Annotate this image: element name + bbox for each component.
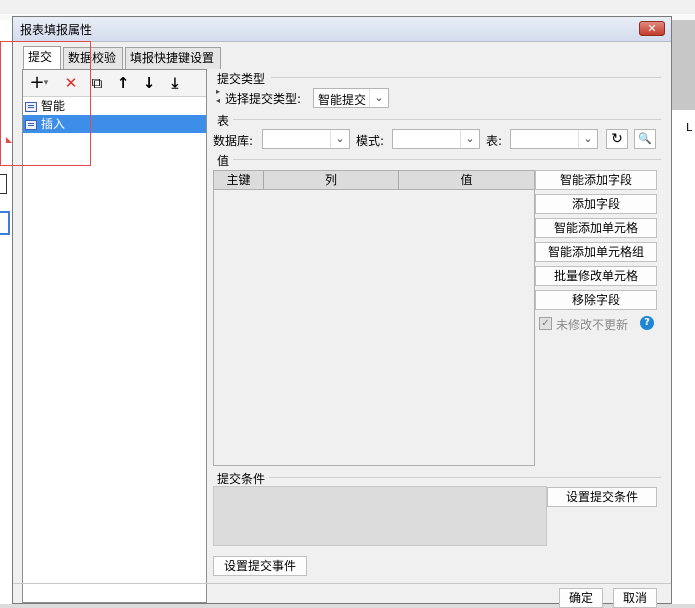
dialog-title: 报表填报属性 [20, 23, 93, 37]
background-cell [0, 174, 7, 194]
database-select[interactable]: ⌄ [262, 129, 350, 149]
field-grid[interactable]: 主键 列 值 [213, 170, 535, 466]
footer-divider [13, 583, 671, 584]
smart-add-cell-group-button[interactable]: 智能添加单元格组 [535, 242, 657, 262]
table-group-label: 表 [217, 114, 230, 128]
move-up-icon[interactable]: ↑ [113, 73, 133, 93]
report-fill-properties-dialog: 报表填报属性 ✕ 提交 数据校验 填报快捷键设置 + ▾ ✕ ⧉ ↑ ↓ ⤓ 智… [12, 16, 672, 608]
no-update-unmodified-checkbox[interactable]: ✓ [539, 317, 552, 330]
no-update-unmodified-label: 未修改不更新 [556, 318, 629, 332]
background-column-label: L [686, 121, 693, 134]
database-label: 数据库: [213, 134, 254, 148]
background-sheet-right [670, 110, 695, 604]
conditions-group-label: 提交条件 [217, 472, 266, 486]
group-divider [233, 159, 661, 160]
move-down-icon[interactable]: ↓ [139, 73, 159, 93]
table-label: 表: [486, 134, 503, 148]
column-header-column[interactable]: 列 [264, 171, 399, 189]
tab-shortcut-settings[interactable]: 填报快捷键设置 [125, 47, 221, 69]
set-submit-conditions-button[interactable]: 设置提交条件 [547, 487, 657, 507]
schema-label: 模式: [356, 134, 385, 148]
group-divider [269, 477, 661, 478]
cancel-button[interactable]: 取消 [613, 588, 657, 608]
grid-header: 主键 列 值 [214, 171, 534, 190]
column-header-value[interactable]: 值 [399, 171, 534, 189]
close-button[interactable]: ✕ [639, 21, 665, 36]
smart-add-field-button[interactable]: 智能添加字段 [535, 170, 657, 190]
background-panel-right [670, 20, 695, 110]
background-selected-cell [0, 211, 10, 235]
remove-field-button[interactable]: 移除字段 [535, 290, 657, 310]
chevron-down-icon: ⌄ [330, 130, 349, 148]
dialog-titlebar[interactable]: 报表填报属性 ✕ [13, 17, 671, 42]
group-divider [271, 77, 661, 78]
add-field-button[interactable]: 添加字段 [535, 194, 657, 214]
conditions-display [213, 486, 547, 546]
help-icon[interactable]: ? [640, 316, 654, 330]
submit-type-label: 选择提交类型: [225, 92, 302, 106]
column-header-primary-key[interactable]: 主键 [214, 171, 264, 189]
highlight-rectangle [0, 41, 91, 166]
ok-button[interactable]: 确定 [559, 588, 603, 608]
table-select[interactable]: ⌄ [510, 129, 598, 149]
preview-table-icon[interactable]: 🔍 [634, 129, 656, 149]
move-bottom-icon[interactable]: ⤓ [165, 73, 185, 93]
chevron-down-icon: ⌄ [460, 130, 479, 148]
group-divider [233, 119, 661, 120]
smart-add-cell-button[interactable]: 智能添加单元格 [535, 218, 657, 238]
error-marker-icon [6, 137, 12, 143]
schema-select[interactable]: ⌄ [392, 129, 480, 149]
submit-type-select[interactable]: 智能提交 ⌄ [313, 88, 389, 108]
submit-type-group-label: 提交类型 [217, 72, 266, 86]
batch-modify-cells-button[interactable]: 批量修改单元格 [535, 266, 657, 286]
refresh-icon[interactable]: ↻ [606, 129, 628, 149]
chevron-down-icon: ⌄ [369, 89, 388, 107]
splitter-arrows-icon[interactable]: ▸ ◂ [216, 87, 220, 105]
chevron-down-icon: ⌄ [578, 130, 597, 148]
values-group-label: 值 [217, 154, 230, 168]
submit-type-value: 智能提交 [318, 93, 367, 107]
set-submit-events-button[interactable]: 设置提交事件 [213, 556, 307, 576]
background-toolbar [0, 0, 695, 15]
